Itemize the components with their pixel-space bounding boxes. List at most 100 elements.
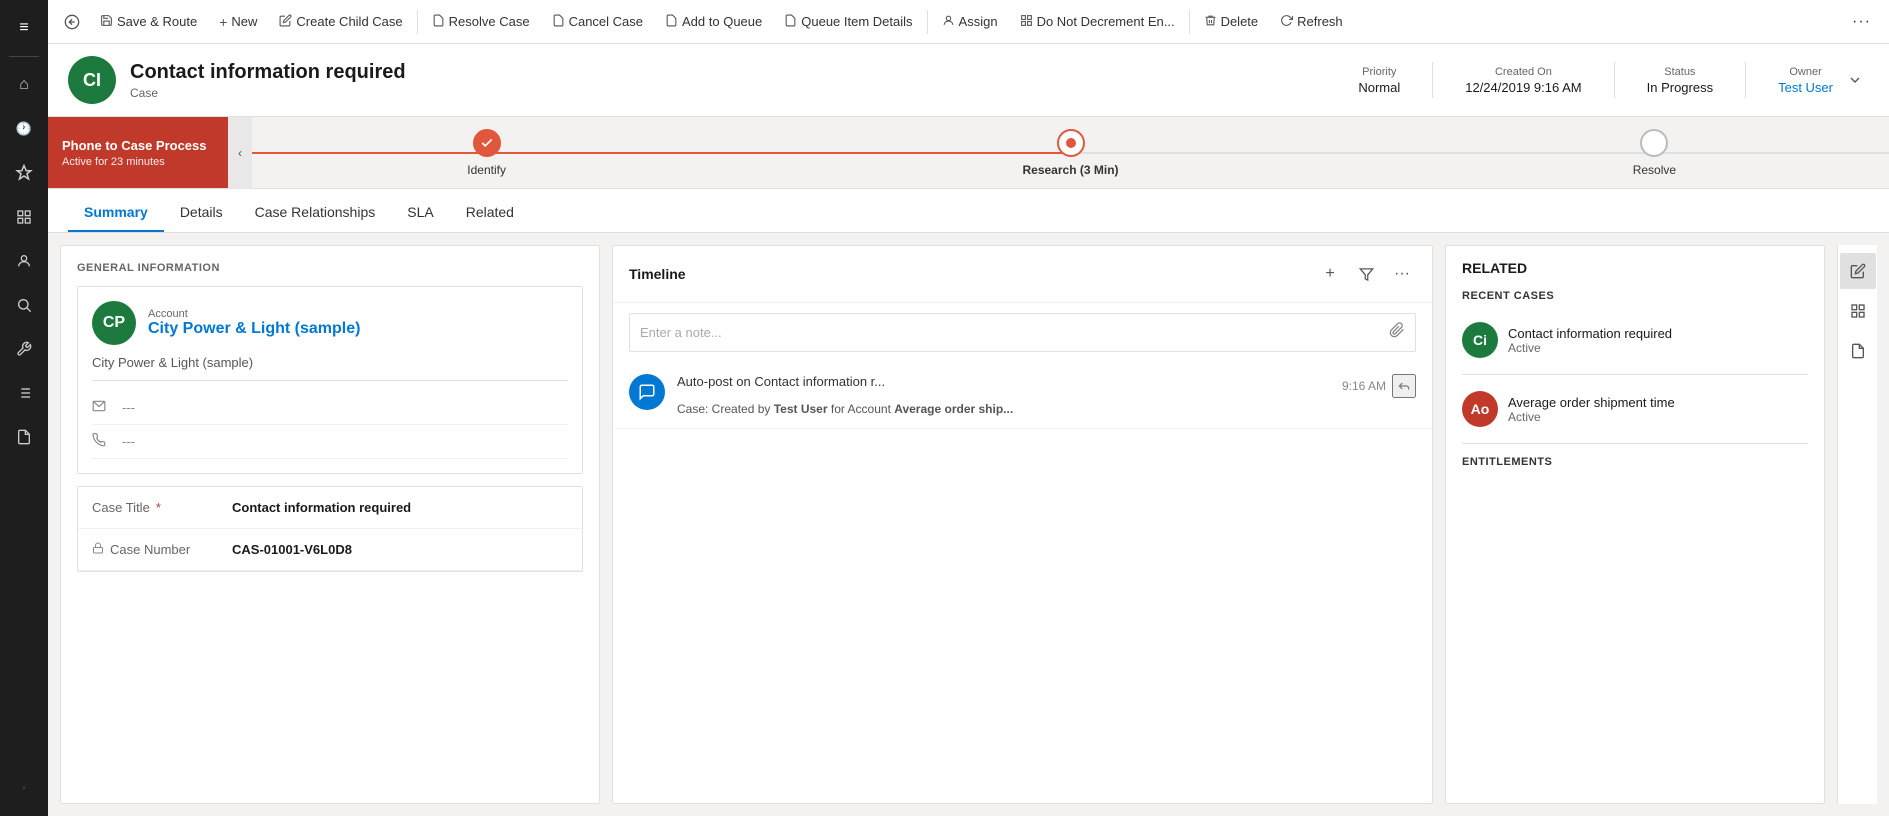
more-options-button[interactable]: ··· — [1842, 7, 1881, 37]
record-avatar: CI — [68, 56, 116, 104]
new-button[interactable]: + New — [209, 8, 267, 36]
account-email-value: --- — [122, 400, 135, 415]
related-section: RELATED RECENT CASES Ci Contact informat… — [1446, 246, 1824, 494]
required-asterisk: * — [156, 500, 161, 515]
left-panel: GENERAL INFORMATION CP Account City Powe… — [60, 245, 600, 804]
timeline-item-body: Auto-post on Contact information r... 9:… — [677, 374, 1416, 416]
case-title-row: Case Title * Contact information require… — [78, 487, 582, 529]
grid-right-sidebar-btn[interactable] — [1840, 293, 1876, 329]
timeline-item-reply-button[interactable] — [1392, 374, 1416, 398]
timeline-filter-button[interactable] — [1352, 260, 1380, 288]
account-subname: City Power & Light (sample) — [92, 355, 568, 381]
tab-sla[interactable]: SLA — [391, 194, 449, 232]
delete-icon — [1204, 14, 1217, 30]
tabs-bar: Summary Details Case Relationships SLA R… — [48, 189, 1889, 233]
case-fields-card: Case Title * Contact information require… — [77, 486, 583, 572]
stage-research[interactable]: Research (3 Min) — [681, 129, 1460, 177]
save-route-icon — [100, 14, 113, 30]
create-child-icon — [279, 14, 292, 30]
left-sidebar: ≡ ⌂ 🕐 · — [0, 0, 48, 816]
timeline-item-title: Auto-post on Contact information r... — [677, 374, 885, 389]
add-queue-icon — [665, 14, 678, 30]
tab-case-relationships[interactable]: Case Relationships — [239, 194, 392, 232]
delete-button[interactable]: Delete — [1194, 8, 1269, 36]
do-not-decrement-button[interactable]: Do Not Decrement En... — [1010, 8, 1185, 36]
create-child-case-button[interactable]: Create Child Case — [269, 8, 412, 36]
stage-circle-resolve — [1640, 129, 1668, 157]
back-icon[interactable] — [56, 6, 88, 38]
related-case-1-avatar: Ao — [1462, 391, 1498, 427]
tab-summary[interactable]: Summary — [68, 194, 164, 232]
dot-icon: · — [4, 768, 44, 808]
related-case-1-info: Average order shipment time Active — [1508, 395, 1808, 424]
tab-related[interactable]: Related — [450, 194, 530, 232]
meta-status: Status In Progress — [1647, 66, 1713, 95]
main-content: Save & Route + New Create Child Case Res… — [48, 0, 1889, 816]
cancel-case-button[interactable]: Cancel Case — [542, 8, 653, 36]
timeline-header: Timeline + ··· — [613, 246, 1432, 303]
phone-icon — [92, 433, 112, 450]
related-case-1-name: Average order shipment time — [1508, 395, 1808, 410]
command-bar: Save & Route + New Create Child Case Res… — [48, 0, 1889, 44]
hamburger-icon[interactable]: ≡ — [4, 8, 44, 48]
pin-icon[interactable] — [4, 153, 44, 193]
related-case-1-status: Active — [1508, 410, 1808, 424]
timeline-title: Timeline — [629, 266, 1316, 282]
entitlements-title: ENTITLEMENTS — [1462, 456, 1808, 468]
contact-icon[interactable] — [4, 241, 44, 281]
list-icon[interactable] — [4, 373, 44, 413]
timeline-item: Auto-post on Contact information r... 9:… — [613, 362, 1432, 429]
meta-sep-2 — [1614, 62, 1615, 98]
account-card: CP Account City Power & Light (sample) C… — [77, 286, 583, 474]
related-title: RELATED — [1462, 260, 1808, 276]
queue-details-icon — [784, 14, 797, 30]
tab-details[interactable]: Details — [164, 194, 239, 232]
header-chevron[interactable] — [1841, 66, 1869, 94]
account-email-field: --- — [92, 391, 568, 425]
related-case-1[interactable]: Ao Average order shipment time Active — [1462, 383, 1808, 435]
case-number-row: Case Number CAS-01001-V6L0D8 — [78, 529, 582, 571]
attachment-icon — [1389, 322, 1405, 343]
account-phone-field: --- — [92, 425, 568, 459]
meta-owner: Owner Test User — [1778, 66, 1833, 95]
timeline-more-button[interactable]: ··· — [1388, 260, 1416, 288]
search-icon[interactable] — [4, 285, 44, 325]
record-title-area: Contact information required Case — [130, 61, 1358, 100]
notes-icon[interactable] — [4, 417, 44, 457]
cancel-icon — [552, 14, 565, 30]
resolve-icon — [432, 14, 445, 30]
timeline-note-placeholder: Enter a note... — [640, 325, 1381, 340]
edit-right-sidebar-btn[interactable] — [1840, 253, 1876, 289]
account-header: CP Account City Power & Light (sample) — [92, 301, 568, 345]
doc-right-sidebar-btn[interactable] — [1840, 333, 1876, 369]
process-chevron-btn[interactable]: ‹ — [228, 117, 252, 189]
tools-icon[interactable] — [4, 329, 44, 369]
timeline-actions: + ··· — [1316, 260, 1416, 288]
do-not-decrement-icon — [1020, 14, 1033, 30]
stage-identify[interactable]: Identify — [292, 129, 681, 177]
related-case-0[interactable]: Ci Contact information required Active — [1462, 314, 1808, 366]
new-icon: + — [219, 14, 227, 30]
related-case-0-info: Contact information required Active — [1508, 326, 1808, 355]
queue-item-details-button[interactable]: Queue Item Details — [774, 8, 922, 36]
related-case-0-avatar: Ci — [1462, 322, 1498, 358]
resolve-case-button[interactable]: Resolve Case — [422, 8, 540, 36]
home-icon[interactable]: ⌂ — [4, 65, 44, 105]
email-icon — [92, 399, 112, 416]
timeline-note-input[interactable]: Enter a note... — [629, 313, 1416, 352]
recent-icon[interactable]: 🕐 — [4, 109, 44, 149]
sidebar-divider — [9, 56, 39, 57]
case-title-value: Contact information required — [232, 500, 568, 515]
case-number-value: CAS-01001-V6L0D8 — [232, 542, 568, 557]
lock-icon — [92, 542, 104, 557]
save-route-button[interactable]: Save & Route — [90, 8, 207, 36]
add-to-queue-button[interactable]: Add to Queue — [655, 8, 772, 36]
process-active-stage: Phone to Case Process Active for 23 minu… — [48, 117, 228, 188]
refresh-button[interactable]: Refresh — [1270, 8, 1353, 36]
timeline-add-button[interactable]: + — [1316, 260, 1344, 288]
related-divider-2 — [1462, 443, 1808, 444]
stage-resolve[interactable]: Resolve — [1460, 129, 1849, 177]
assign-icon — [942, 14, 955, 30]
assign-button[interactable]: Assign — [932, 8, 1008, 36]
entities-icon[interactable] — [4, 197, 44, 237]
